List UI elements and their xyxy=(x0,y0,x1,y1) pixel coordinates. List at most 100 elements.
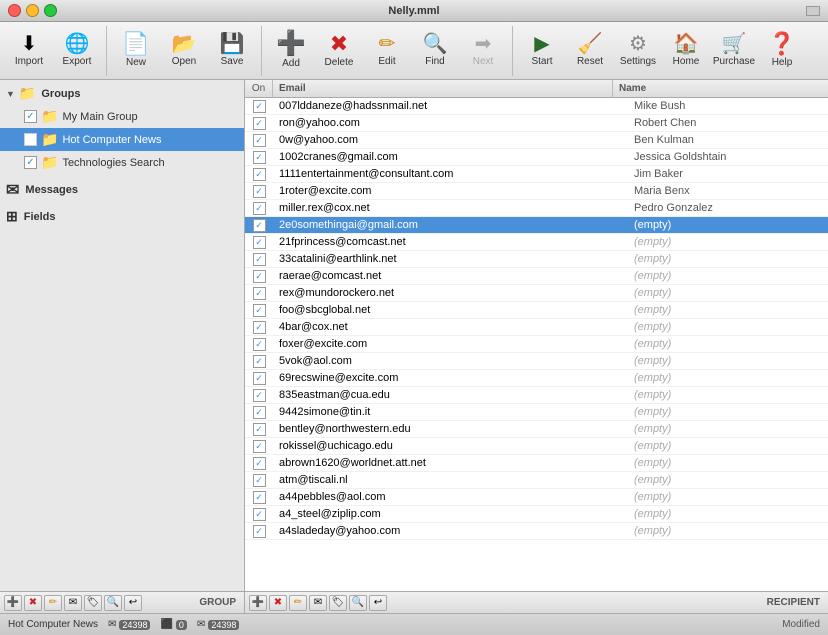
table-row[interactable]: atm@tiscali.nl(empty) xyxy=(245,472,828,489)
row-checkbox[interactable] xyxy=(253,270,266,283)
row-checkbox[interactable] xyxy=(253,406,266,419)
table-row[interactable]: 5vok@aol.com(empty) xyxy=(245,353,828,370)
rt-remove-button[interactable]: ✖ xyxy=(269,595,287,611)
bt-remove-button[interactable]: ✖ xyxy=(24,595,42,611)
table-row[interactable]: 0w@yahoo.comBen Kulman xyxy=(245,132,828,149)
bt-undo-button[interactable]: ↩ xyxy=(124,595,142,611)
row-checkbox[interactable] xyxy=(253,440,266,453)
settings-button[interactable]: ⚙ Settings xyxy=(615,27,661,75)
table-row[interactable]: bentley@northwestern.edu(empty) xyxy=(245,421,828,438)
table-row[interactable]: rex@mundorockero.net(empty) xyxy=(245,285,828,302)
row-checkbox[interactable] xyxy=(253,474,266,487)
table-row[interactable]: miller.rex@cox.netPedro Gonzalez xyxy=(245,200,828,217)
table-row[interactable]: 4bar@cox.net(empty) xyxy=(245,319,828,336)
groups-header[interactable]: ▼ 📁 Groups xyxy=(0,82,244,105)
minimize-button[interactable] xyxy=(26,4,39,17)
add-button[interactable]: ➕ Add xyxy=(268,27,314,75)
new-button[interactable]: 📄 New xyxy=(113,27,159,75)
home-button[interactable]: 🏠 Home xyxy=(663,27,709,75)
table-body[interactable]: 007lddaneze@hadssnmail.netMike Bushron@y… xyxy=(245,98,828,591)
reset-button[interactable]: 🧹 Reset xyxy=(567,27,613,75)
table-row[interactable]: 33catalini@earthlink.net(empty) xyxy=(245,251,828,268)
import-button[interactable]: ⬇ Import xyxy=(6,27,52,75)
next-button[interactable]: ➡ Next xyxy=(460,27,506,75)
table-row[interactable]: rokissel@uchicago.edu(empty) xyxy=(245,438,828,455)
group-checkbox-technologies-search[interactable] xyxy=(24,156,37,169)
delete-button[interactable]: ✖ Delete xyxy=(316,27,362,75)
table-row[interactable]: abrown1620@worldnet.att.net(empty) xyxy=(245,455,828,472)
purchase-button[interactable]: 🛒 Purchase xyxy=(711,27,757,75)
group-checkbox-my-main-group[interactable] xyxy=(24,110,37,123)
start-button[interactable]: ▶ Start xyxy=(519,27,565,75)
table-row[interactable]: 9442simone@tin.it(empty) xyxy=(245,404,828,421)
row-checkbox[interactable] xyxy=(253,508,266,521)
table-row[interactable]: ron@yahoo.comRobert Chen xyxy=(245,115,828,132)
row-checkbox[interactable] xyxy=(253,134,266,147)
table-row[interactable]: a44pebbles@aol.com(empty) xyxy=(245,489,828,506)
bt-search-button[interactable]: 🔍 xyxy=(104,595,122,611)
row-checkbox[interactable] xyxy=(253,253,266,266)
rt-msg-button[interactable]: ✉ xyxy=(309,595,327,611)
row-checkbox[interactable] xyxy=(253,287,266,300)
row-checkbox[interactable] xyxy=(253,117,266,130)
rt-search-button[interactable]: 🔍 xyxy=(349,595,367,611)
save-button[interactable]: 💾 Save xyxy=(209,27,255,75)
table-row[interactable]: a4sladeday@yahoo.com(empty) xyxy=(245,523,828,540)
col-header-email[interactable]: Email xyxy=(273,80,613,97)
row-checkbox[interactable] xyxy=(253,202,266,215)
bt-add-button[interactable]: ➕ xyxy=(4,595,22,611)
close-button[interactable] xyxy=(8,4,21,17)
table-row[interactable]: 1111entertainment@consultant.comJim Bake… xyxy=(245,166,828,183)
row-checkbox[interactable] xyxy=(253,338,266,351)
row-checkbox[interactable] xyxy=(253,304,266,317)
table-row[interactable]: 21fprincess@comcast.net(empty) xyxy=(245,234,828,251)
maximize-button[interactable] xyxy=(44,4,57,17)
row-checkbox[interactable] xyxy=(253,236,266,249)
table-row[interactable]: foo@sbcglobal.net(empty) xyxy=(245,302,828,319)
table-row[interactable]: 007lddaneze@hadssnmail.netMike Bush xyxy=(245,98,828,115)
bt-msg-button[interactable]: ✉ xyxy=(64,595,82,611)
table-row[interactable]: 2e0somethingai@gmail.com(empty) xyxy=(245,217,828,234)
table-row[interactable]: 1002cranes@gmail.comJessica Goldshtain xyxy=(245,149,828,166)
table-row[interactable]: 1roter@excite.comMaria Benx xyxy=(245,183,828,200)
row-checkbox[interactable] xyxy=(253,321,266,334)
table-row[interactable]: 69recswine@excite.com(empty) xyxy=(245,370,828,387)
row-checkbox[interactable] xyxy=(253,372,266,385)
table-row[interactable]: raerae@comcast.net(empty) xyxy=(245,268,828,285)
row-checkbox[interactable] xyxy=(253,355,266,368)
rt-add-button[interactable]: ➕ xyxy=(249,595,267,611)
row-checkbox[interactable] xyxy=(253,423,266,436)
row-checkbox[interactable] xyxy=(253,389,266,402)
rt-undo-button[interactable]: ↩ xyxy=(369,595,387,611)
row-checkbox[interactable] xyxy=(253,525,266,538)
find-button[interactable]: 🔍 Find xyxy=(412,27,458,75)
group-checkbox-hot-computer-news[interactable] xyxy=(24,133,37,146)
sidebar-item-my-main-group[interactable]: 📁 My Main Group xyxy=(0,105,244,128)
open-button[interactable]: 📂 Open xyxy=(161,27,207,75)
row-checkbox[interactable] xyxy=(253,219,266,232)
rt-edit-button[interactable]: ✏ xyxy=(289,595,307,611)
row-checkbox[interactable] xyxy=(253,100,266,113)
sidebar-item-technologies-search[interactable]: 📁 Technologies Search xyxy=(0,151,244,174)
row-checkbox[interactable] xyxy=(253,457,266,470)
row-checkbox[interactable] xyxy=(253,491,266,504)
row-checkbox[interactable] xyxy=(253,151,266,164)
table-row[interactable]: 835eastman@cua.edu(empty) xyxy=(245,387,828,404)
messages-section[interactable]: ✉ Messages xyxy=(0,176,244,204)
bt-edit-button[interactable]: ✏ xyxy=(44,595,62,611)
row-checkbox[interactable] xyxy=(253,168,266,181)
rt-tag-button[interactable]: 🏷 xyxy=(329,595,347,611)
email-cell: 2e0somethingai@gmail.com xyxy=(273,219,628,231)
row-checkbox[interactable] xyxy=(253,185,266,198)
bt-tag-button[interactable]: 🏷 xyxy=(84,595,102,611)
sidebar-item-hot-computer-news[interactable]: 📁 Hot Computer News xyxy=(0,128,244,151)
resize-handle[interactable] xyxy=(806,6,820,16)
fields-section[interactable]: ⊞ Fields xyxy=(0,204,244,229)
status-count2: ⬛ 0 xyxy=(160,619,186,630)
export-button[interactable]: 🌐 Export xyxy=(54,27,100,75)
table-row[interactable]: foxer@excite.com(empty) xyxy=(245,336,828,353)
help-button[interactable]: ❓ Help xyxy=(759,27,805,75)
col-header-name[interactable]: Name xyxy=(613,80,813,97)
edit-button[interactable]: ✏ Edit xyxy=(364,27,410,75)
table-row[interactable]: a4_steel@ziplip.com(empty) xyxy=(245,506,828,523)
